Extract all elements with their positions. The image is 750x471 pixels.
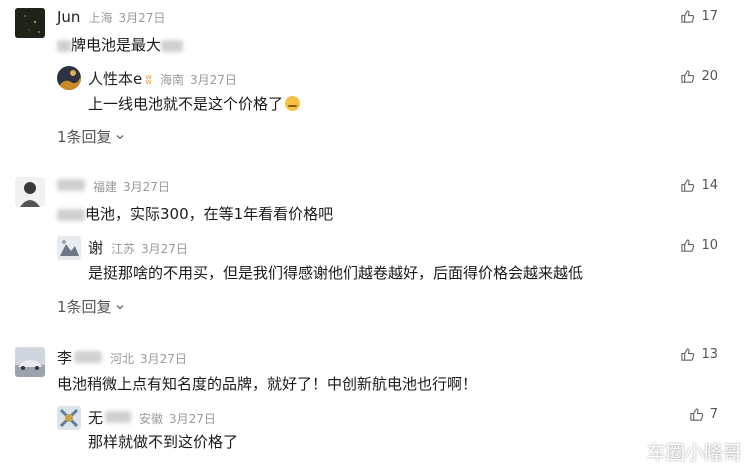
region-label: 江苏 xyxy=(111,242,136,256)
region-label: 福建 xyxy=(93,180,118,194)
comment-text: 牌电池是最大 xyxy=(57,34,184,55)
view-replies-link[interactable]: 1条回复 xyxy=(57,126,125,147)
redacted-text xyxy=(57,39,71,52)
comment-meta: 福建 3月27日 xyxy=(57,178,170,195)
chevron-down-icon xyxy=(116,134,124,139)
view-replies-link[interactable]: 1条回复 xyxy=(57,296,125,317)
reply-meta: 谢 江苏 3月27日 xyxy=(88,237,188,258)
thumbs-up-icon xyxy=(681,239,695,252)
reply-avatar[interactable] xyxy=(57,66,81,90)
date-label: 3月27日 xyxy=(169,412,216,426)
thumbs-up-icon xyxy=(690,408,703,421)
like-button[interactable]: 14 xyxy=(680,178,718,193)
reply-username[interactable]: 无 xyxy=(88,407,103,428)
like-button[interactable]: 10 xyxy=(680,238,718,253)
like-button[interactable]: 13 xyxy=(680,347,718,362)
thumbs-up-icon xyxy=(681,348,695,361)
avatar[interactable] xyxy=(15,347,45,377)
comment-text: 电池稍微上点有知名度的品牌，就好了！中创新航电池也行啊！ xyxy=(57,375,478,393)
like-count: 13 xyxy=(701,347,718,362)
like-count: 20 xyxy=(701,69,718,84)
redacted-text xyxy=(161,39,184,52)
date-label: 3月27日 xyxy=(189,73,237,87)
username[interactable]: 李 xyxy=(57,347,72,368)
date-label: 3月27日 xyxy=(118,11,166,25)
like-button[interactable]: 20 xyxy=(680,69,718,84)
date-label: 3月27日 xyxy=(141,242,188,256)
reply-avatar[interactable] xyxy=(57,406,81,430)
like-button[interactable]: 17 xyxy=(680,9,718,24)
like-count: 10 xyxy=(701,238,718,253)
chevron-down-icon xyxy=(116,304,124,309)
thumbs-up-icon xyxy=(681,70,695,83)
reply-text: 上一线电池就不是这个价格了 xyxy=(88,93,301,114)
region-label: 安徽 xyxy=(139,412,164,426)
like-count: 14 xyxy=(701,178,718,193)
reply-meta: 人性本e ʬ 海南 3月27日 xyxy=(88,68,237,89)
avatar[interactable] xyxy=(15,8,45,38)
redacted-username[interactable] xyxy=(57,179,85,191)
reply-username[interactable]: 人性本e xyxy=(88,68,142,89)
reply-text: 是挺那啥的不用买，但是我们得感谢他们越卷越好，后面得价格会越来越低 xyxy=(88,264,584,282)
like-button[interactable]: 7 xyxy=(689,407,718,422)
date-label: 3月27日 xyxy=(123,180,170,194)
thumbs-up-icon xyxy=(681,179,695,192)
date-label: 3月27日 xyxy=(140,352,187,366)
weibo-logo-icon xyxy=(619,442,640,461)
reply-avatar[interactable] xyxy=(57,236,81,260)
tired-face-emoji-icon xyxy=(285,96,301,111)
like-count: 17 xyxy=(701,9,718,24)
reply-meta: 无 安徽 3月27日 xyxy=(88,407,216,428)
redacted-text xyxy=(57,208,85,221)
watermark: 车圈小隆哥 xyxy=(619,438,742,465)
region-label: 海南 xyxy=(159,73,184,87)
thumbs-up-icon xyxy=(681,10,695,23)
watermark-text: 车圈小隆哥 xyxy=(646,442,742,464)
like-count: 7 xyxy=(709,407,718,422)
redacted-username[interactable] xyxy=(74,351,103,363)
comment-meta: 李 河北 3月27日 xyxy=(57,347,187,368)
comment-meta: Jun 上海 3月27日 xyxy=(57,8,165,26)
avatar[interactable] xyxy=(15,177,45,207)
region-label: 河北 xyxy=(110,352,135,366)
vip-badge-icon: ʬ xyxy=(145,73,152,88)
reply-text: 那样就做不到这价格了 xyxy=(88,433,239,451)
reply-username[interactable]: 谢 xyxy=(88,237,103,258)
redacted-username[interactable] xyxy=(105,411,132,423)
comment-text: 电池，实际300，在等1年看看价格吧 xyxy=(57,203,333,224)
region-label: 上海 xyxy=(88,11,113,25)
username[interactable]: Jun xyxy=(57,8,80,26)
